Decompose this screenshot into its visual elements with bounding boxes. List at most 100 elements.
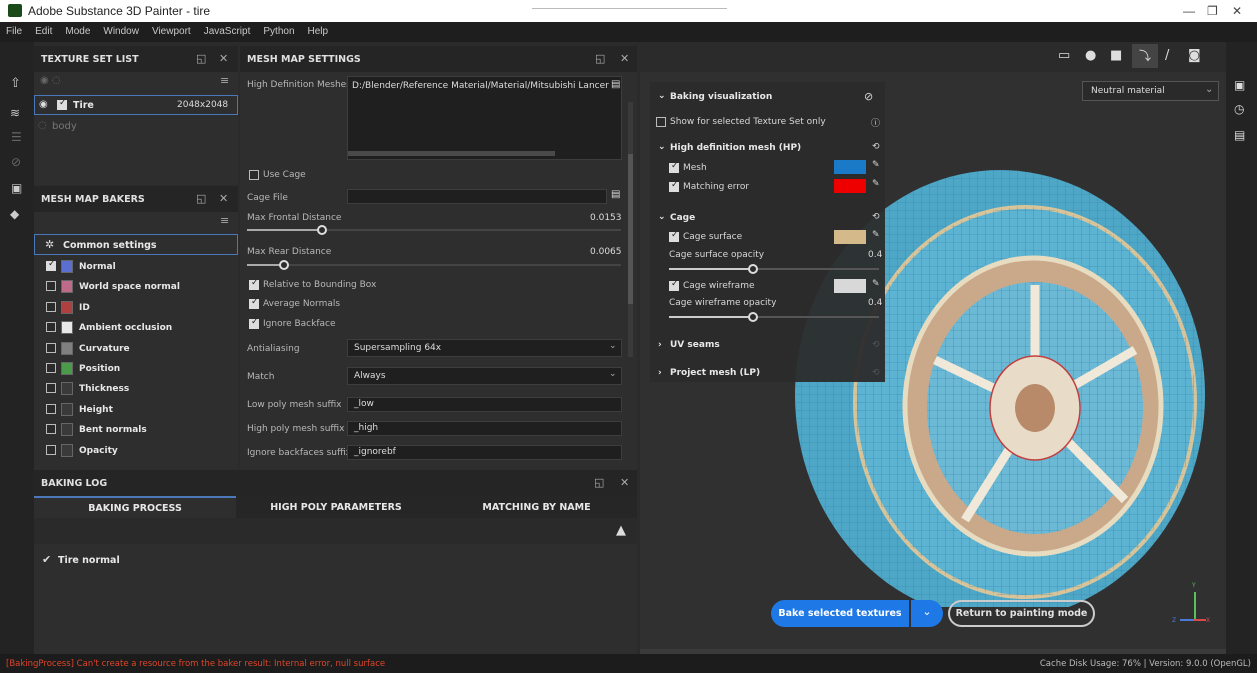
baker-checkbox[interactable] bbox=[46, 363, 56, 373]
restore-button[interactable]: ❐ bbox=[1207, 4, 1218, 18]
cube-icon[interactable]: ◆ bbox=[10, 207, 19, 221]
history-icon[interactable]: ◷ bbox=[1234, 102, 1244, 116]
show-selected-checkbox[interactable] bbox=[656, 117, 666, 127]
material-select[interactable]: Neutral material ⌄ bbox=[1082, 81, 1219, 101]
menu-file[interactable]: File bbox=[0, 22, 29, 42]
baker-row[interactable]: Opacity bbox=[34, 441, 238, 461]
baker-checkbox[interactable] bbox=[46, 342, 56, 353]
cage-wireframe-opacity-knob[interactable] bbox=[748, 312, 758, 322]
warning-icon[interactable]: ▲ bbox=[616, 523, 626, 538]
baker-row[interactable]: Curvature bbox=[34, 339, 238, 359]
baker-row[interactable]: Position bbox=[34, 359, 238, 379]
scrollbar-thumb[interactable] bbox=[628, 154, 633, 304]
eye-off-icon[interactable]: ◌ bbox=[38, 120, 47, 131]
float-icon[interactable]: ◱ bbox=[594, 476, 604, 489]
file-icon[interactable]: ▤ bbox=[611, 189, 620, 200]
menu-viewport[interactable]: Viewport bbox=[146, 22, 198, 42]
reset-icon[interactable]: ⟲ bbox=[872, 368, 880, 378]
eye-hidden-icon[interactable]: ⊘ bbox=[864, 90, 873, 103]
bake-selected-textures-button[interactable]: Bake selected textures bbox=[771, 600, 909, 627]
baker-row[interactable]: ID bbox=[34, 298, 238, 318]
eyedropper-icon[interactable]: ✎ bbox=[872, 160, 880, 170]
low-suffix-input[interactable]: _low bbox=[347, 397, 622, 412]
baker-checkbox[interactable] bbox=[46, 322, 56, 333]
menu-mode[interactable]: Mode bbox=[59, 22, 97, 42]
bake-options-button[interactable]: ⌄ bbox=[911, 600, 943, 627]
common-settings-row[interactable]: ✲ Common settings bbox=[34, 234, 238, 255]
visibility-icon[interactable]: ◉ ◌ bbox=[40, 75, 61, 86]
chevron-down-icon[interactable]: ⌄ bbox=[658, 91, 666, 101]
close-icon[interactable]: ✕ bbox=[620, 476, 629, 489]
minimize-button[interactable]: — bbox=[1183, 4, 1195, 18]
baker-checkbox[interactable] bbox=[46, 259, 56, 271]
cage-surface-checkbox[interactable] bbox=[669, 230, 679, 242]
use-cage-checkbox[interactable] bbox=[249, 170, 259, 180]
close-icon[interactable]: ✕ bbox=[620, 52, 629, 65]
menu-help[interactable]: Help bbox=[302, 22, 336, 42]
camera-icon[interactable]: ■ bbox=[1110, 48, 1122, 63]
shading-icon[interactable]: ● bbox=[1085, 48, 1096, 63]
baker-row[interactable]: Bent normals bbox=[34, 420, 238, 440]
frame-icon[interactable]: ▭ bbox=[1058, 48, 1070, 63]
mesh-color-swatch[interactable] bbox=[834, 160, 866, 174]
list-scrollbar[interactable] bbox=[348, 151, 555, 156]
cage-surface-color-swatch[interactable] bbox=[834, 230, 866, 244]
baker-row[interactable]: Normal bbox=[34, 257, 238, 277]
close-icon[interactable]: ✕ bbox=[219, 52, 228, 65]
document-icon[interactable]: ▣ bbox=[11, 181, 22, 195]
baker-row[interactable]: Ambient occlusion bbox=[34, 318, 238, 338]
return-to-painting-button[interactable]: Return to painting mode bbox=[948, 600, 1095, 627]
eyedropper-icon[interactable]: ✎ bbox=[872, 230, 880, 240]
cage-file-field[interactable] bbox=[347, 189, 607, 204]
file-icon[interactable]: ▤ bbox=[611, 79, 620, 90]
menu-javascript[interactable]: JavaScript bbox=[198, 22, 258, 42]
close-button[interactable]: ✕ bbox=[1232, 4, 1242, 18]
relative-bbox-checkbox[interactable] bbox=[249, 278, 259, 290]
float-icon[interactable]: ◱ bbox=[196, 192, 206, 205]
brush-icon[interactable]: / bbox=[1165, 48, 1169, 63]
close-icon[interactable]: ✕ bbox=[219, 192, 228, 205]
baker-checkbox[interactable] bbox=[46, 424, 56, 435]
mesh-checkbox[interactable] bbox=[669, 161, 679, 173]
screenshot-icon[interactable]: ◙ bbox=[1188, 48, 1201, 63]
display-settings-icon[interactable]: ▣ bbox=[1234, 78, 1245, 92]
texture-set-body-row[interactable]: ◌ body bbox=[34, 117, 238, 135]
baker-checkbox[interactable] bbox=[46, 444, 56, 455]
baker-checkbox[interactable] bbox=[46, 403, 56, 414]
high-suffix-input[interactable]: _high bbox=[347, 421, 622, 436]
menu-python[interactable]: Python bbox=[257, 22, 301, 42]
tab-high-poly-parameters[interactable]: HIGH POLY PARAMETERS bbox=[236, 496, 436, 518]
tab-baking-process[interactable]: BAKING PROCESS bbox=[34, 496, 236, 518]
chevron-right-icon[interactable]: › bbox=[658, 340, 662, 350]
float-icon[interactable]: ◱ bbox=[196, 52, 206, 65]
ignore-backface-checkbox[interactable] bbox=[249, 317, 259, 329]
tire-checkbox[interactable] bbox=[57, 98, 67, 110]
chevron-right-icon[interactable]: › bbox=[658, 368, 662, 378]
antialiasing-select[interactable]: Supersampling 64x ⌄ bbox=[347, 339, 622, 357]
average-normals-checkbox[interactable] bbox=[249, 297, 259, 309]
cage-wireframe-checkbox[interactable] bbox=[669, 279, 679, 291]
menu-list-icon[interactable]: ≡ bbox=[220, 74, 229, 87]
baker-checkbox[interactable] bbox=[46, 301, 56, 312]
matching-error-checkbox[interactable] bbox=[669, 180, 679, 192]
stack-icon[interactable]: ☰ bbox=[11, 130, 22, 144]
high-def-meshes-list[interactable]: D:/Blender/Reference Material/Material/M… bbox=[347, 76, 622, 160]
menu-edit[interactable]: Edit bbox=[29, 22, 59, 42]
eyedropper-icon[interactable]: ✎ bbox=[872, 279, 880, 289]
eyedropper-icon[interactable]: ✎ bbox=[872, 179, 880, 189]
bake-mode-icon[interactable]: ⤵ bbox=[1132, 44, 1158, 68]
reset-icon[interactable]: ⟲ bbox=[872, 212, 880, 222]
baker-checkbox[interactable] bbox=[46, 383, 56, 394]
status-error-message[interactable]: [BakingProcess] Can't create a resource … bbox=[6, 659, 385, 669]
baker-row[interactable]: Thickness bbox=[34, 379, 238, 399]
info-icon[interactable]: ⓘ bbox=[871, 116, 880, 129]
baker-row[interactable]: Height bbox=[34, 400, 238, 420]
menu-window[interactable]: Window bbox=[97, 22, 146, 42]
chevron-down-icon[interactable]: ⌄ bbox=[658, 212, 666, 222]
chevron-down-icon[interactable]: ⌄ bbox=[658, 142, 666, 152]
float-icon[interactable]: ◱ bbox=[595, 52, 605, 65]
cage-wireframe-color-swatch[interactable] bbox=[834, 279, 866, 293]
tab-matching-by-name[interactable]: MATCHING BY NAME bbox=[436, 496, 637, 518]
baker-checkbox[interactable] bbox=[46, 281, 56, 292]
baker-row[interactable]: World space normal bbox=[34, 277, 238, 297]
